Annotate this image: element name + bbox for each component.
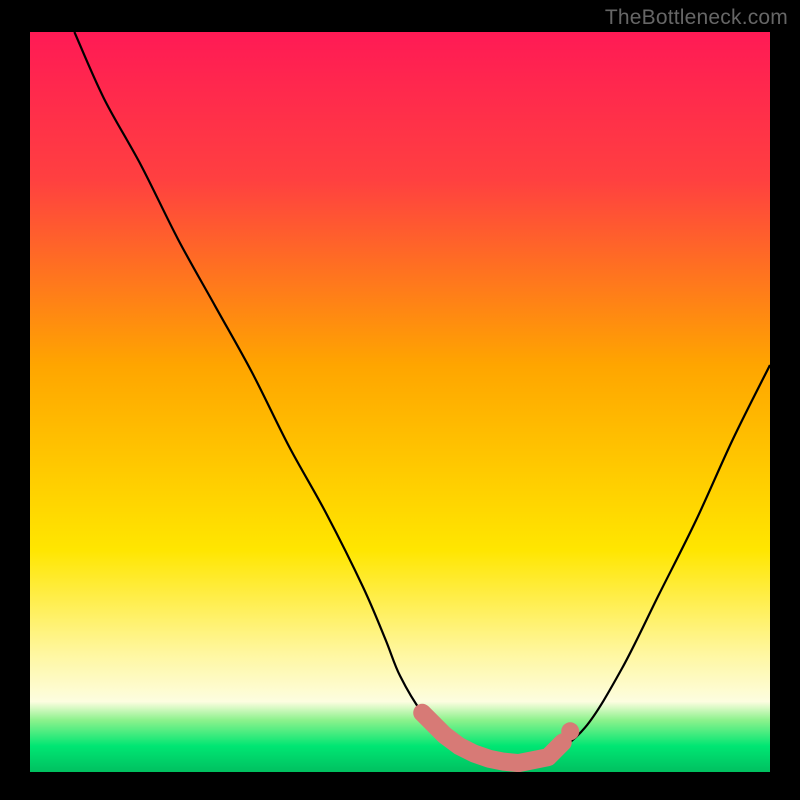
chart-frame: TheBottleneck.com [0, 0, 800, 800]
plot-background [30, 32, 770, 772]
optimal-range-end-dot [561, 722, 579, 740]
bottleneck-chart [0, 0, 800, 800]
